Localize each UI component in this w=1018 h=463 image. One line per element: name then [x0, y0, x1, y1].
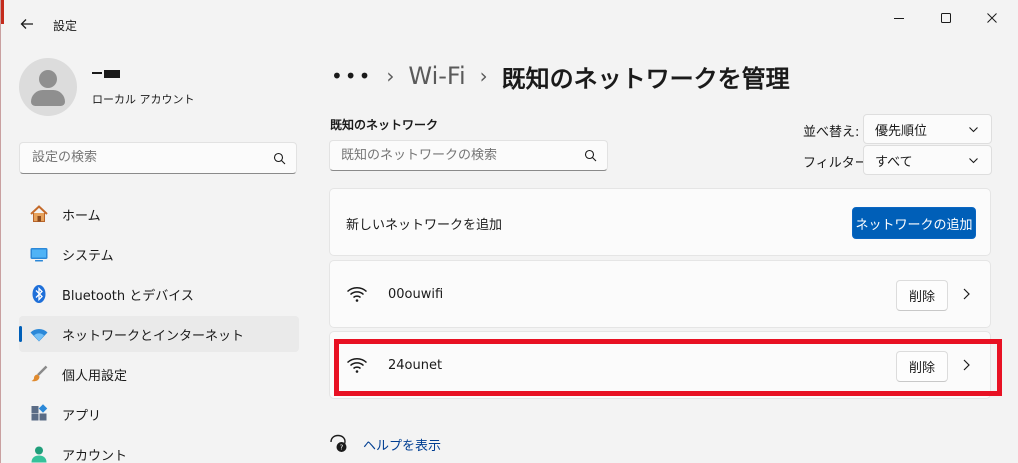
sidebar-item-label: アプリ [62, 408, 102, 424]
search-icon[interactable] [584, 149, 597, 162]
sidebar-item-label: アカウント [62, 448, 128, 463]
help-link-label: ヘルプを表示 [363, 439, 442, 454]
close-icon [987, 13, 997, 23]
breadcrumb-more-button[interactable]: ••• [331, 64, 372, 88]
network-row[interactable]: 00ouwifi 削除 [329, 260, 991, 328]
sidebar-item-label: Bluetooth とデバイス [62, 288, 194, 304]
chevron-right-icon[interactable] [960, 287, 972, 301]
apps-icon [29, 404, 49, 424]
sidebar-item-label: ホーム [62, 208, 101, 224]
sidebar-item-personalization[interactable]: 個人用設定 [19, 356, 299, 392]
filter-dropdown[interactable]: すべて [863, 145, 992, 175]
maximize-button[interactable] [923, 6, 969, 30]
brush-icon [29, 364, 49, 384]
chevron-right-icon: › [386, 64, 395, 88]
sidebar-item-system[interactable]: システム [19, 236, 299, 272]
delete-network-button[interactable]: 削除 [896, 351, 948, 382]
network-name: 00ouwifi [388, 287, 444, 302]
add-network-label: 新しいネットワークを追加 [346, 218, 503, 233]
back-arrow-icon [20, 19, 33, 29]
wifi-icon [346, 358, 368, 373]
filter-label: フィルター: [803, 156, 873, 171]
title-bar: 設定 [1, 0, 1018, 50]
avatar-body [31, 90, 65, 106]
settings-search-box[interactable] [19, 142, 297, 174]
account-icon [29, 444, 49, 463]
sort-label: 並べ替え: [803, 125, 860, 140]
breadcrumb: ••• › Wi-Fi › 既知のネットワークを管理 [331, 58, 790, 94]
system-icon [29, 244, 49, 264]
sort-value: 優先順位 [875, 123, 928, 139]
sidebar-item-network[interactable]: ネットワークとインターネット [19, 316, 299, 352]
sidebar-item-label: 個人用設定 [62, 368, 128, 384]
network-row[interactable]: 24ounet 削除 [329, 331, 991, 399]
sidebar-item-apps[interactable]: アプリ [19, 396, 299, 432]
known-networks-search-input[interactable] [341, 148, 577, 163]
page-title: 既知のネットワークを管理 [501, 64, 790, 93]
filter-value: すべて [875, 154, 913, 170]
settings-search-input[interactable] [32, 150, 262, 165]
help-icon: ? [330, 434, 347, 452]
add-network-card: 新しいネットワークを追加 ネットワークの追加 [329, 188, 991, 256]
avatar[interactable] [19, 58, 77, 116]
account-type: ローカル アカウント [92, 93, 195, 106]
chevron-right-icon: › [479, 64, 488, 88]
avatar-head [39, 70, 57, 88]
window-title: 設定 [53, 19, 78, 33]
delete-network-button[interactable]: 削除 [896, 280, 948, 311]
search-icon[interactable] [273, 152, 286, 165]
sort-dropdown[interactable]: 優先順位 [863, 114, 992, 144]
sidebar-nav: ホーム システム Bluetooth とデバイス ネットワークとインターネット … [19, 196, 299, 463]
user-name-redacted [92, 70, 120, 78]
sidebar-item-accounts[interactable]: アカウント [19, 436, 299, 463]
breadcrumb-wifi-link[interactable]: Wi-Fi [408, 62, 465, 90]
maximize-icon [941, 13, 951, 23]
minimize-button[interactable] [876, 6, 922, 30]
network-icon [29, 324, 49, 344]
chevron-down-icon [969, 158, 978, 164]
minimize-icon [894, 18, 904, 19]
svg-text:?: ? [340, 444, 344, 452]
sidebar-item-bluetooth[interactable]: Bluetooth とデバイス [19, 276, 299, 312]
sidebar-item-label: システム [62, 248, 114, 264]
settings-window: 設定 ローカル アカウント ホーム シ [0, 0, 1018, 463]
sidebar-item-home[interactable]: ホーム [19, 196, 299, 232]
wifi-icon [346, 287, 368, 302]
sidebar-item-label: ネットワークとインターネット [62, 328, 245, 344]
chevron-right-icon[interactable] [960, 358, 972, 372]
chevron-down-icon [969, 127, 978, 133]
bluetooth-icon [29, 284, 49, 304]
known-networks-search-box[interactable] [329, 140, 608, 171]
back-button[interactable] [15, 12, 39, 36]
section-title: 既知のネットワーク [330, 118, 439, 132]
network-name: 24ounet [388, 358, 443, 373]
close-button[interactable] [969, 6, 1015, 30]
add-network-button[interactable]: ネットワークの追加 [852, 207, 976, 239]
home-icon [29, 204, 49, 224]
